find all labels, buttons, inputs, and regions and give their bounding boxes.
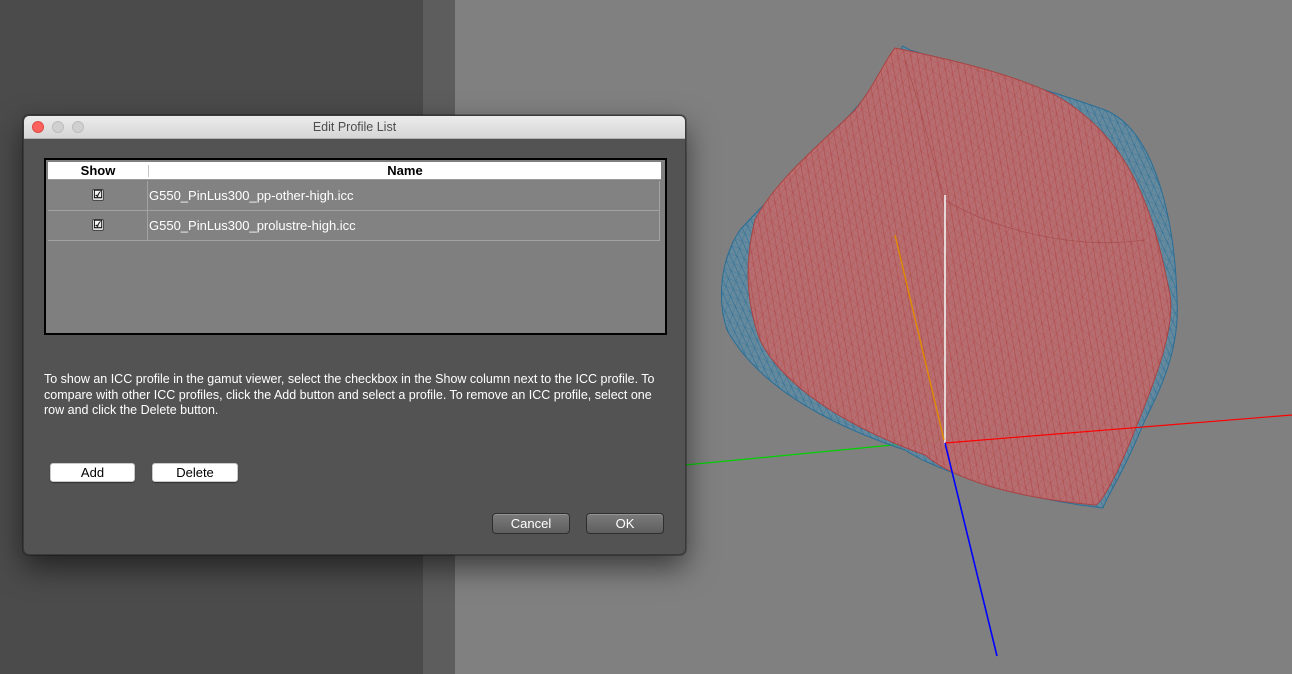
- dialog-titlebar[interactable]: Edit Profile List: [24, 116, 685, 139]
- profile-name[interactable]: G550_PinLus300_prolustre-high.icc: [149, 218, 356, 233]
- table-row[interactable]: ☑ G550_PinLus300_pp-other-high.icc: [48, 181, 660, 211]
- profile-name[interactable]: G550_PinLus300_pp-other-high.icc: [149, 188, 354, 203]
- column-header-show[interactable]: Show: [48, 163, 148, 178]
- cancel-button[interactable]: Cancel: [492, 513, 570, 534]
- column-header-name[interactable]: Name: [149, 163, 661, 178]
- table-header: Show Name: [48, 162, 661, 180]
- profile-table: Show Name ☑ G550_PinLus300_pp-other-high…: [44, 158, 667, 335]
- show-checkbox[interactable]: ☑: [92, 189, 104, 201]
- show-cell: ☑: [48, 181, 148, 210]
- ok-button[interactable]: OK: [586, 513, 664, 534]
- delete-button[interactable]: Delete: [152, 463, 238, 482]
- add-button[interactable]: Add: [50, 463, 135, 482]
- show-cell: ☑: [48, 211, 148, 240]
- window-title: Edit Profile List: [312, 120, 397, 134]
- edit-profile-list-dialog: Edit Profile List Show Name ☑ G550_PinLu…: [23, 115, 686, 555]
- show-checkbox[interactable]: ☑: [92, 219, 104, 231]
- instructions-text: To show an ICC profile in the gamut view…: [44, 372, 655, 417]
- table-row[interactable]: ☑ G550_PinLus300_prolustre-high.icc: [48, 211, 660, 241]
